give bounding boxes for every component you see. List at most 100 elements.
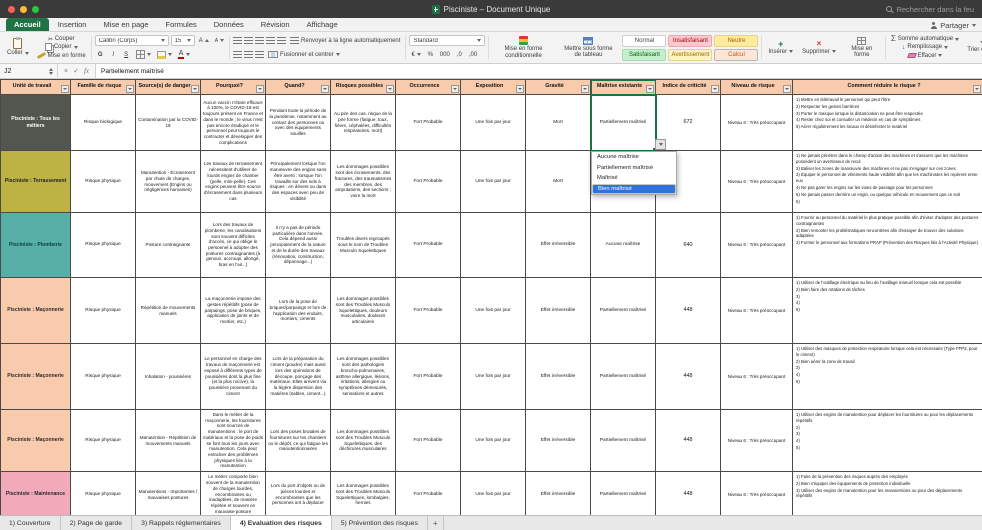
cell-comment[interactable]: 1) Mettre en télétravail le personnel qu… [792,94,982,151]
percent-button[interactable]: % [425,49,436,60]
filter-button[interactable] [646,85,654,93]
ribbon-tab-revision[interactable]: Révision [253,18,298,31]
cell-unite[interactable]: Pisciniste : Maintenance [0,471,71,515]
ribbon-tab-accueil[interactable]: Accueil [6,18,49,31]
indent-increase-icon[interactable] [277,37,287,44]
cell-occurrence[interactable]: Fort Probable [395,150,461,213]
cell-gravite[interactable]: Effet irréversible [525,409,591,472]
merge-center-button[interactable]: Fusionner et centrer [266,49,342,60]
dropdown-option-bien-maitrise[interactable]: Bien maîtrisé [592,183,676,194]
cell-occurrence[interactable]: Fort Probable [395,409,461,472]
cell-source[interactable]: Répétition de mouvements manuels [135,277,201,344]
column-header-maitrise-existante[interactable]: Maîtrise existante [590,79,656,95]
cell-famille[interactable]: Risque physique [70,409,136,472]
cell-risques[interactable]: Les dommages possibles sont des écraseme… [330,150,396,213]
delete-cells-button[interactable]: × Supprimer [799,34,839,61]
cell-indice[interactable]: 640 [655,212,721,278]
close-window-button[interactable] [8,5,15,13]
ribbon-tab-mise-en-page[interactable]: Mise en page [95,18,156,31]
cancel-entry-icon[interactable]: × [64,68,68,75]
cell-risques[interactable]: Les dommages possibles sont des Troubles… [330,409,396,472]
insert-function-icon[interactable]: fx [84,67,89,75]
font-color-button[interactable]: A [176,49,193,60]
column-header-famille-de-risque[interactable]: Famille de risque [70,79,136,95]
cell-maitrise[interactable]: Partiellement maîtrisé [590,343,656,410]
cell-niveau[interactable]: Niveau 6 : Très préoccupant [720,471,793,515]
cell-occurrence[interactable]: Fort Probable [395,94,461,151]
cell-comment[interactable]: 1) Utiliser des masques de protection re… [792,343,982,410]
cell-gravite[interactable]: Mort [525,150,591,213]
ribbon-tab-affichage[interactable]: Affichage [299,18,346,31]
cut-button[interactable]: ✂ Couper [35,35,88,43]
name-box[interactable]: J2 [0,64,58,78]
column-header-source-s-de-danger[interactable]: Source(s) de danger [135,79,201,95]
clear-button[interactable]: Effacer [889,52,961,60]
thousands-button[interactable]: 000 [438,49,452,60]
cell-maitrise[interactable]: Partiellement maîtrisé [589,93,657,152]
align-center-icon[interactable] [244,51,254,58]
ribbon-tab-insertion[interactable]: Insertion [50,18,95,31]
borders-button[interactable] [134,49,153,60]
cell-famille[interactable]: Risque physique [70,150,136,213]
cell-indice[interactable]: 448 [655,409,721,472]
sort-filter-button[interactable]: Trier et filtrer [964,34,982,61]
titlebar-search[interactable]: Rechercher dans la feu [886,5,974,14]
cell-niveau[interactable]: Niveau 6 : Très préoccupant [720,150,793,213]
cell-source[interactable]: Manutention - Répétition de mouvements m… [135,409,201,472]
column-header-unite-de-travail[interactable]: Unité de travail [0,79,71,95]
data-validation-arrow-button[interactable] [655,139,666,150]
currency-button[interactable]: € [409,49,422,60]
column-header-comment-reduire-le-risque[interactable]: Comment réduire le risque ? [792,79,982,95]
cell-risques[interactable]: Les dommages possibles sont des Troubles… [330,277,396,344]
number-format-select[interactable]: Standard [409,35,486,46]
cell-exposition[interactable]: Une fois par jour [460,409,526,472]
cell-indice[interactable]: 448 [655,343,721,410]
underline-button[interactable]: S [121,49,132,60]
cell-quand[interactable]: Lors des poses brutales de fournitures s… [265,409,331,472]
cell-comment[interactable]: 1) Utiliser de l'outillage électrique au… [792,277,982,344]
cell-style-neutre[interactable]: Neutre [714,34,759,47]
minimize-window-button[interactable] [20,5,27,13]
cell-comment[interactable]: 1) Fournir au personnel du matériel le p… [792,212,982,278]
column-header-risques-possibles[interactable]: Risques possibles [330,79,396,95]
cell-quand[interactable]: Lors de la pose de briques/parpaings et … [265,277,331,344]
column-header-exposition[interactable]: Exposition [460,79,526,95]
cell-niveau[interactable]: Niveau 6 : Très préoccupant [720,409,793,472]
cell-exposition[interactable] [460,212,526,278]
cell-occurrence[interactable]: Fort Probable [395,212,461,278]
cell-unite[interactable]: Pisciniste : Maçonnerie [0,409,71,472]
zoom-window-button[interactable] [32,5,39,13]
cell-style-normal[interactable]: Normal [622,34,667,47]
cell-comment[interactable]: 1) Ne jamais pénétrer dans le champ d'ac… [792,150,982,213]
cell-quand[interactable]: Lors de la préparation du ciment (poudre… [265,343,331,410]
cell-quand[interactable]: Pendant toute la période de la pandémie,… [265,94,331,151]
filter-button[interactable] [783,85,791,93]
cell-risques[interactable]: Au pire des cas, risque de la pire forme… [330,94,396,151]
cell-exposition[interactable]: Une fois par jour [460,471,526,515]
cell-gravite[interactable]: Effet irréversible [525,277,591,344]
cell-niveau[interactable]: Niveau 6 : Très préoccupant [720,343,793,410]
cell-unite[interactable]: Pisciniste : Tous les métiers [0,94,71,151]
autosum-button[interactable]: Σ Somme automatique [889,35,961,43]
increase-font-button[interactable]: A [197,35,211,46]
wrap-text-button[interactable]: Renvoyer à la ligne automatiquement [288,35,402,46]
name-box-steppers[interactable] [49,67,53,75]
cell-indice[interactable]: 448 [655,277,721,344]
cell-unite[interactable]: Pisciniste : Plomberie [0,212,71,278]
dropdown-option-maitrise[interactable]: Maîtrisé [592,173,676,184]
column-header-niveau-de-risque[interactable]: Niveau de risque [720,79,793,95]
cell-niveau[interactable]: Niveau 6 : Très préoccupant [720,277,793,344]
cell-gravite[interactable]: Effet irréversible [525,471,591,515]
font-name-select[interactable]: Calibri (Corps) [94,35,169,46]
insert-cells-button[interactable]: + Insérer [765,34,796,61]
filter-button[interactable] [451,85,459,93]
cell-unite[interactable]: Pisciniste : Maçonnerie [0,343,71,410]
filter-button[interactable] [61,85,69,93]
cell-gravite[interactable]: Effet irréversible [525,212,591,278]
cell-maitrise[interactable]: Aucune maîtrise [590,212,656,278]
fill-color-button[interactable] [155,49,174,60]
filter-button[interactable] [516,85,524,93]
cell-comment[interactable]: 1) Faire de la prévention des risques au… [792,471,982,515]
sheet-tab-2-page-de-garde[interactable]: 2) Page de garde [61,516,133,530]
cell-comment[interactable]: 1) Utiliser des engins de manutention po… [792,409,982,472]
